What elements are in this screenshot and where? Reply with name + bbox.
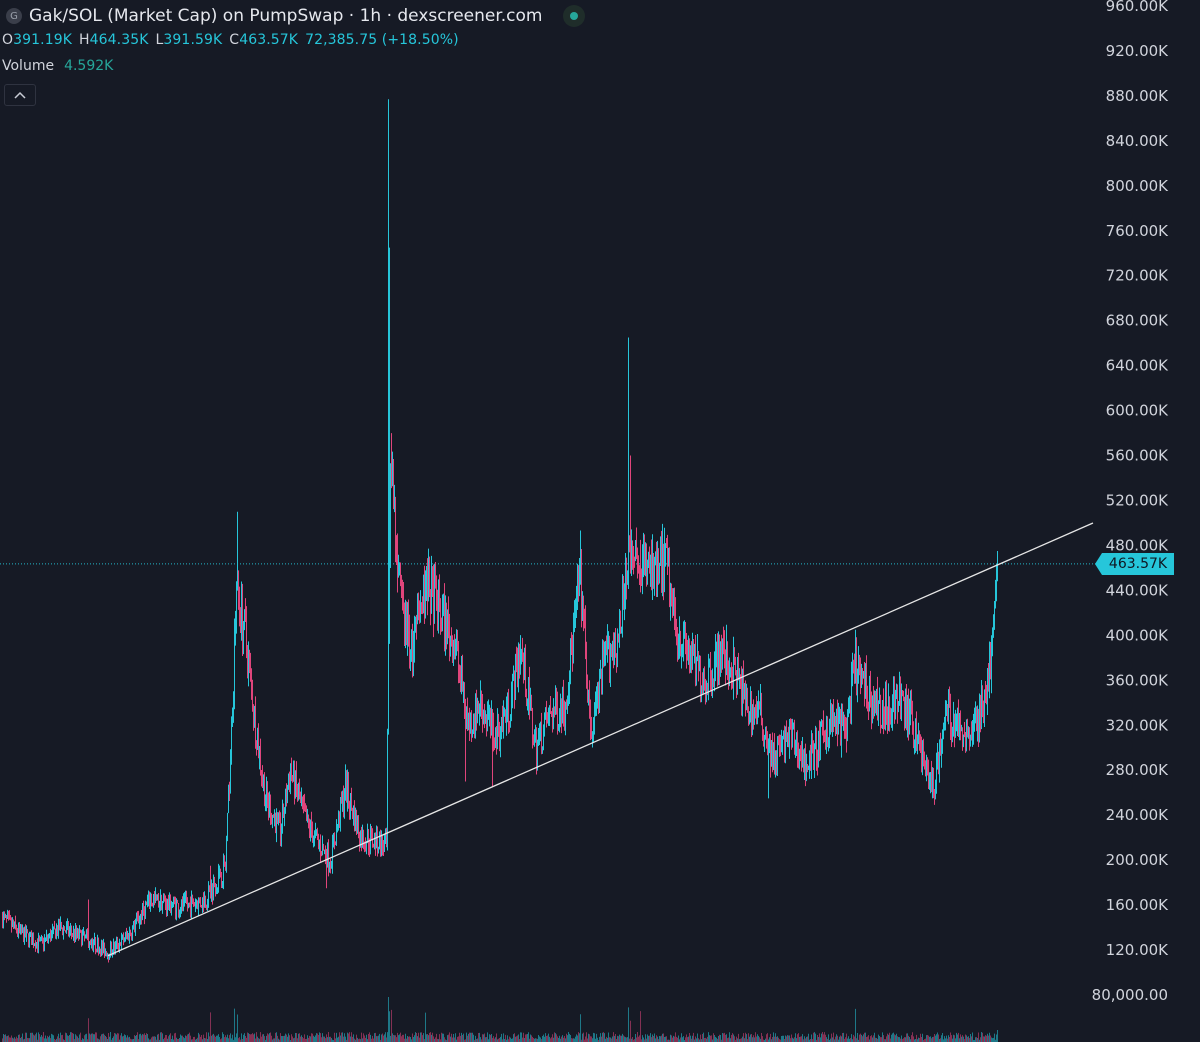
status-dot-icon [569,12,578,20]
price-axis-tick: 360.00K [1106,671,1169,689]
open-label: O [2,32,14,48]
legend-title-row: G Gak/SOL (Market Cap) on PumpSwap · 1h … [6,5,585,27]
price-chart[interactable]: 960.00K 920.00K 880.00K 840.00K 800.00K 760.0… [0,0,1200,1042]
price-axis-tick: 480.00K [1106,536,1169,554]
price-axis-tick: 120.00K [1106,941,1169,959]
price-axis-tick: 800.00K [1106,177,1169,195]
volume-legend: Volume 4.592K [2,58,113,74]
price-axis-tick: 600.00K [1106,402,1169,420]
candles-layer [2,99,998,963]
price-axis-tick: 680.00K [1106,312,1169,330]
price-axis-tick: 720.00K [1106,267,1169,285]
price-axis-tick: 160.00K [1106,896,1169,914]
price-axis-tick: 960.00K [1106,0,1169,15]
price-axis-tick: 240.00K [1106,806,1169,824]
price-axis-tick: 920.00K [1106,42,1169,60]
market-status-indicator[interactable] [562,5,585,27]
high-value: 464.35K [89,32,149,48]
close-label: C [229,32,240,48]
price-axis-tick: 640.00K [1106,357,1169,375]
price-axis[interactable]: 960.00K 920.00K 880.00K 840.00K 800.00K 760.0… [1092,0,1170,1004]
price-axis-tick: 440.00K [1106,581,1169,599]
open-value: 391.19K [13,32,72,48]
chevron-up-icon [14,91,26,99]
chart-title: Gak/SOL (Market Cap) on PumpSwap · 1h · … [29,6,543,26]
price-axis-tick: 520.00K [1106,492,1169,510]
price-axis-tick: 880.00K [1106,87,1169,105]
high-label: H [79,32,90,48]
token-logo-icon: G [6,8,22,24]
price-axis-tick: 560.00K [1106,447,1169,465]
price-axis-tick: 840.00K [1106,132,1169,150]
low-value: 391.59K [163,32,223,48]
close-value: 463.57K [239,32,299,48]
price-axis-tick: 80,000.00 [1092,986,1168,1004]
ohlc-values: O391.19K H464.35K L391.59K C463.57K 72,385.7… [2,32,466,48]
price-axis-tick: 280.00K [1106,761,1169,779]
collapse-legend-button[interactable] [4,84,36,106]
price-axis-tick: 400.00K [1106,626,1169,644]
chart-legend: G Gak/SOL (Market Cap) on PumpSwap · 1h … [0,0,1080,110]
price-axis-tick: 320.00K [1106,716,1169,734]
volume-bars-layer [2,997,998,1042]
price-axis-tick: 760.00K [1106,222,1169,240]
volume-value: 4.592K [64,58,114,74]
change-value: 72,385.75 (+18.50%) [305,32,459,48]
volume-label: Volume [2,58,55,74]
last-price-label: 463.57K [1095,552,1174,575]
price-axis-tick: 200.00K [1106,851,1169,869]
